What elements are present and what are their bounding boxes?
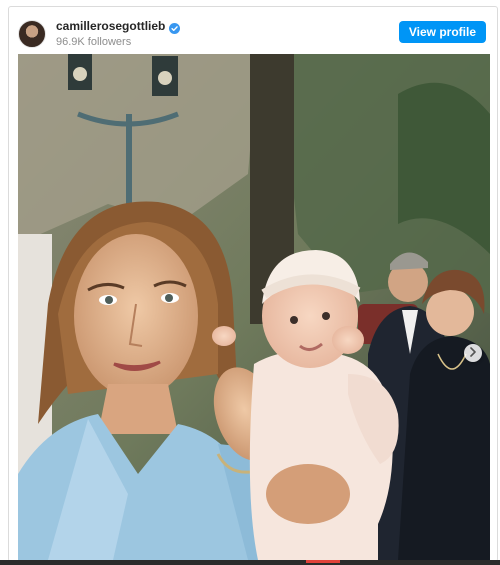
bottom-scroll-bar bbox=[0, 560, 500, 565]
post-photo[interactable] bbox=[18, 54, 490, 560]
chevron-right-icon bbox=[469, 344, 477, 362]
avatar[interactable] bbox=[18, 20, 46, 48]
next-image-button[interactable] bbox=[464, 344, 482, 362]
username[interactable]: camillerosegottlieb bbox=[56, 19, 165, 34]
verified-badge-icon bbox=[169, 21, 181, 35]
followers-count: 96.9K followers bbox=[56, 35, 132, 48]
username-row: camillerosegottlieb bbox=[56, 19, 181, 35]
view-profile-button[interactable]: View profile bbox=[398, 21, 486, 43]
account-info: camillerosegottlieb 96.9K followers bbox=[56, 19, 181, 48]
bottom-accent bbox=[306, 560, 340, 563]
post-header: camillerosegottlieb 96.9K followers View… bbox=[18, 16, 486, 52]
